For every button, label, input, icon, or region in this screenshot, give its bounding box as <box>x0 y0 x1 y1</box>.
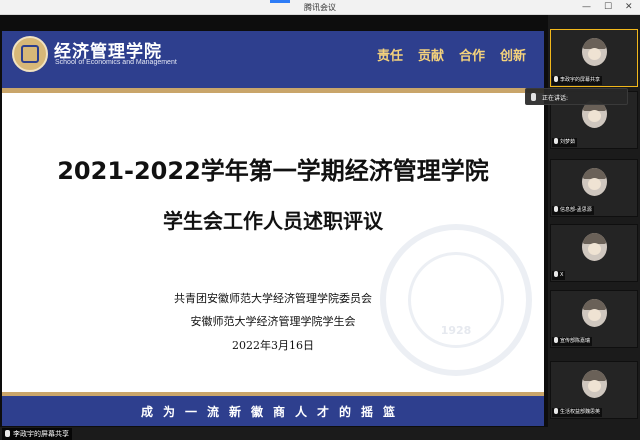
school-logo-icon <box>12 36 48 72</box>
motto-item: 合作 <box>459 49 486 64</box>
participant-tile[interactable]: 李政宇的屏幕共享 <box>550 29 638 87</box>
slide-header: 经济管理学院 School of Economics and Managemen… <box>2 31 544 93</box>
footer-stripe <box>2 392 544 396</box>
microphone-icon <box>5 430 10 437</box>
school-name-en: School of Economics and Management <box>55 59 177 66</box>
maximize-icon[interactable]: ☐ <box>604 2 612 12</box>
microphone-icon <box>554 408 558 414</box>
screen-share-label: 李政宇的屏幕共享 <box>2 428 72 440</box>
speaking-label: 正在讲话: <box>542 95 569 102</box>
slide-title-line2: 学生会工作人员述职评议 <box>163 209 383 233</box>
organizer-line2: 安徽师范大学经济管理学院学生会 <box>190 315 356 328</box>
participant-tile[interactable]: 生活权益部魏思英 <box>550 361 638 419</box>
close-icon[interactable]: ✕ <box>625 2 633 12</box>
microphone-icon <box>531 93 536 101</box>
participant-panel[interactable]: 李政宇的屏幕共享 刘梦茹 信息部-孟思源 X 宣传部陈嘉瑞 生活权益部魏思英 <box>548 15 640 427</box>
participant-tile[interactable]: 宣传部陈嘉瑞 <box>550 290 638 348</box>
motto-item: 创新 <box>500 49 527 64</box>
header-stripe <box>2 88 544 93</box>
footer-slogan: 成为一流新徽商人才的摇篮 <box>140 405 405 419</box>
participant-name: 刘梦茹 <box>560 139 576 145</box>
participant-name: 宣传部陈嘉瑞 <box>560 338 591 344</box>
motto-item: 贡献 <box>418 49 445 64</box>
avatar <box>582 370 607 398</box>
microphone-icon <box>554 138 558 144</box>
avatar <box>582 38 607 66</box>
microphone-icon <box>554 271 558 277</box>
speaking-indicator: 正在讲话: <box>525 88 628 105</box>
slide-footer: 成为一流新徽商人才的摇篮 <box>2 392 544 426</box>
participant-name: 信息部-孟思源 <box>560 207 592 213</box>
participant-name: 生活权益部魏思英 <box>560 409 601 415</box>
slide-title-line1: 2021-2022学年第一学期经济管理学院 <box>57 157 489 185</box>
window-title: 腾讯会议 <box>304 3 336 12</box>
presentation-slide: 经济管理学院 School of Economics and Managemen… <box>2 31 544 426</box>
share-owner: 李政宇的屏幕共享 <box>13 430 69 438</box>
participant-name: X <box>560 272 564 278</box>
window-titlebar: 腾讯会议 — ☐ ✕ <box>0 0 640 15</box>
avatar <box>582 299 607 327</box>
avatar <box>582 233 607 261</box>
motto-item: 责任 <box>377 49 404 64</box>
slide-date: 2022年3月16日 <box>232 339 314 352</box>
participant-name: 李政宇的屏幕共享 <box>560 77 601 83</box>
minimize-icon[interactable]: — <box>582 2 591 12</box>
organizer-line1: 共青团安徽师范大学经济管理学院委员会 <box>174 292 372 305</box>
participant-tile[interactable]: 信息部-孟思源 <box>550 159 638 217</box>
avatar <box>582 168 607 196</box>
shared-screen-area: 经济管理学院 School of Economics and Managemen… <box>0 15 548 440</box>
microphone-icon <box>554 206 558 212</box>
participant-tile[interactable]: X <box>550 224 638 282</box>
microphone-icon <box>554 76 558 82</box>
microphone-icon <box>554 337 558 343</box>
